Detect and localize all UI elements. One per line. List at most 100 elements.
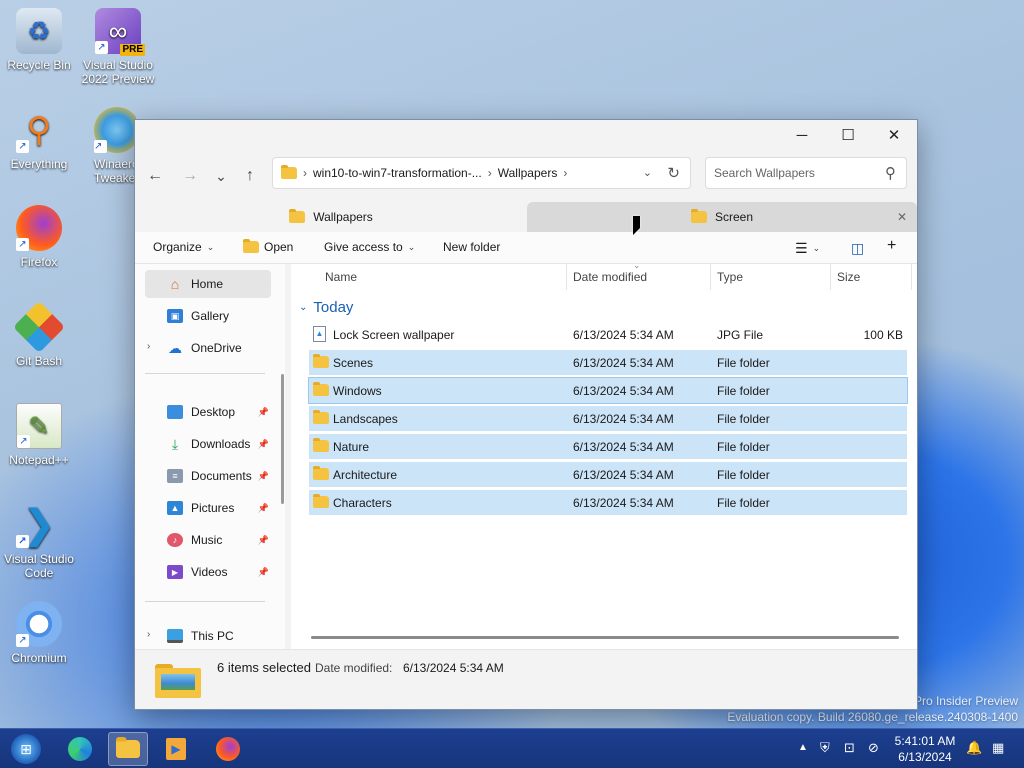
column-header-date[interactable]: Date modified — [573, 270, 647, 284]
desktop-icon-label: Visual Studio 2022 Preview — [81, 58, 155, 86]
maximize-button[interactable]: ☐ — [825, 120, 871, 150]
sidebar-item-desktop[interactable]: Desktop 📌 — [145, 398, 271, 426]
view-layout-button[interactable]: ☰ ⌄ — [795, 240, 820, 257]
close-button[interactable]: ✕ — [871, 120, 917, 150]
sidebar-item-gallery[interactable]: ▣ Gallery — [145, 302, 271, 330]
desktop-icon-git-bash[interactable]: Git Bash — [1, 300, 77, 368]
plus-icon: + — [887, 237, 897, 254]
date-modified-value: 6/13/2024 5:34 AM — [403, 661, 504, 675]
new-folder-button[interactable]: New folder — [443, 240, 500, 254]
desktop-icon-recycle-bin[interactable]: ♻ Recycle Bin — [1, 8, 77, 72]
tab-screen[interactable]: Screen ✕ — [527, 202, 917, 232]
file-row[interactable]: ▲ Lock Screen wallpaper 6/13/2024 5:34 A… — [309, 322, 907, 347]
sidebar-item-label: OneDrive — [191, 341, 242, 355]
up-button[interactable]: ↑ — [236, 162, 264, 190]
sidebar-item-documents[interactable]: ≡ Documents 📌 — [145, 462, 271, 490]
sidebar-item-music[interactable]: ♪ Music 📌 — [145, 526, 271, 554]
watermark-build: Evaluation copy. Build 26080.ge_release.… — [727, 710, 1018, 724]
details-pane-button[interactable]: ◫ — [851, 240, 864, 257]
network-disconnected-icon[interactable]: ⊘ — [868, 740, 879, 756]
taskbar-media-player[interactable]: ▶ — [156, 732, 196, 766]
show-hidden-icons-button[interactable]: ▲ — [798, 742, 808, 753]
selection-count: 6 items selected — [217, 660, 311, 675]
network-status-icon[interactable]: ⊡ — [844, 740, 855, 756]
expand-chevron-icon[interactable]: › — [147, 341, 150, 352]
action-center-icon[interactable]: ▦ — [992, 740, 1004, 756]
give-access-button[interactable]: Give access to ⌄ — [324, 240, 415, 254]
file-type: File folder — [717, 468, 770, 482]
refresh-icon[interactable]: ↻ — [667, 164, 680, 182]
file-name: Landscapes — [333, 412, 398, 426]
edge-icon — [68, 737, 92, 761]
address-dropdown-icon[interactable]: ⌄ — [643, 166, 652, 179]
column-divider[interactable] — [911, 264, 912, 290]
column-divider[interactable] — [710, 264, 711, 290]
close-tab-icon[interactable]: ✕ — [897, 210, 907, 224]
desktop-icon-vscode[interactable]: ❯ ↗ Visual Studio Code — [1, 502, 77, 580]
file-row[interactable]: Windows 6/13/2024 5:34 AM File folder — [308, 377, 908, 404]
new-tab-button[interactable]: + — [887, 237, 896, 255]
collapse-chevron-icon: ⌄ — [299, 302, 308, 313]
taskbar-firefox[interactable] — [208, 732, 248, 766]
forward-button[interactable]: → — [176, 162, 204, 190]
sidebar-item-label: Documents — [191, 469, 252, 483]
column-header-type[interactable]: Type — [717, 270, 743, 284]
file-row[interactable]: Nature 6/13/2024 5:34 AM File folder — [309, 434, 907, 459]
sidebar-item-pictures[interactable]: ▲ Pictures 📌 — [145, 494, 271, 522]
sidebar-item-this-pc[interactable]: › This PC — [145, 622, 271, 650]
details-status-bar: 6 items selected Date modified: 6/13/202… — [135, 649, 917, 709]
visual-studio-icon: ∞ ↗ PRE — [95, 8, 145, 56]
column-header-size[interactable]: Size — [837, 270, 860, 284]
expand-chevron-icon[interactable]: › — [147, 629, 150, 640]
column-header-name[interactable]: Name — [325, 270, 357, 284]
sidebar-item-downloads[interactable]: ⤓ Downloads 📌 — [145, 430, 271, 458]
breadcrumb-parent[interactable]: win10-to-win7-transformation-... — [313, 166, 482, 180]
give-access-label: Give access to — [324, 240, 403, 254]
tab-wallpapers[interactable]: Wallpapers — [135, 202, 527, 232]
taskbar-edge[interactable] — [60, 732, 100, 766]
breadcrumb-separator: › — [563, 166, 568, 180]
column-divider[interactable] — [566, 264, 567, 290]
sidebar-item-label: Home — [191, 277, 224, 291]
desktop-icon-firefox[interactable]: ↗ Firefox — [1, 205, 77, 269]
sidebar-item-home[interactable]: ⌂ Home — [145, 270, 271, 298]
folder-icon — [313, 354, 329, 368]
start-button[interactable]: ⊞ — [6, 732, 46, 766]
organize-button[interactable]: Organize ⌄ — [153, 240, 214, 254]
desktop-icon — [167, 405, 183, 419]
sidebar-item-videos[interactable]: ▶ Videos 📌 — [145, 558, 271, 586]
column-divider[interactable] — [830, 264, 831, 290]
system-clock[interactable]: 5:41:01 AM 6/13/2024 — [885, 733, 965, 765]
file-row[interactable]: Landscapes 6/13/2024 5:34 AM File folder — [309, 406, 907, 431]
desktop-icon-winaero[interactable]: ↗ Winaero Tweaker — [80, 107, 136, 185]
file-date: 6/13/2024 5:34 AM — [573, 356, 674, 370]
desktop-icon-chromium[interactable]: ↗ Chromium — [1, 601, 77, 665]
folder-icon — [313, 494, 329, 508]
open-button[interactable]: Open — [243, 239, 293, 254]
document-icon: ≡ — [167, 469, 183, 483]
group-header-today[interactable]: ⌄ Today — [299, 299, 353, 316]
desktop-icon-everything[interactable]: ⚲ ↗ Everything — [1, 107, 77, 171]
file-row[interactable]: Characters 6/13/2024 5:34 AM File folder — [309, 490, 907, 515]
recent-locations-button[interactable]: ⌄ — [207, 162, 235, 190]
notifications-bell-icon[interactable]: 🔔 — [966, 740, 982, 756]
folder-icon — [243, 239, 259, 253]
file-name: Scenes — [333, 356, 374, 370]
file-row[interactable]: Scenes 6/13/2024 5:34 AM File folder — [309, 350, 907, 375]
notepadpp-icon: ✎ ↗ — [16, 403, 62, 449]
security-status-icon[interactable]: ⛨ — [820, 740, 830, 756]
sidebar-item-onedrive[interactable]: › ☁ OneDrive — [145, 334, 271, 362]
address-bar[interactable]: › win10-to-win7-transformation-... › Wal… — [272, 157, 691, 189]
taskbar-file-explorer[interactable] — [108, 732, 148, 766]
horizontal-scrollbar[interactable] — [311, 636, 899, 639]
search-box[interactable]: Search Wallpapers ⚲ — [705, 157, 907, 189]
desktop-icon-visual-studio[interactable]: ∞ ↗ PRE Visual Studio 2022 Preview — [80, 8, 156, 86]
back-button[interactable]: ← — [141, 162, 169, 190]
minimize-button[interactable]: ─ — [779, 120, 825, 150]
desktop-icon-notepadpp[interactable]: ✎ ↗ Notepad++ — [1, 403, 77, 467]
file-row[interactable]: Architecture 6/13/2024 5:34 AM File fold… — [309, 462, 907, 487]
sidebar-scrollbar[interactable] — [281, 374, 284, 504]
media-player-icon: ▶ — [166, 738, 186, 760]
breadcrumb-current[interactable]: Wallpapers — [498, 166, 558, 180]
clock-date: 6/13/2024 — [898, 750, 952, 764]
